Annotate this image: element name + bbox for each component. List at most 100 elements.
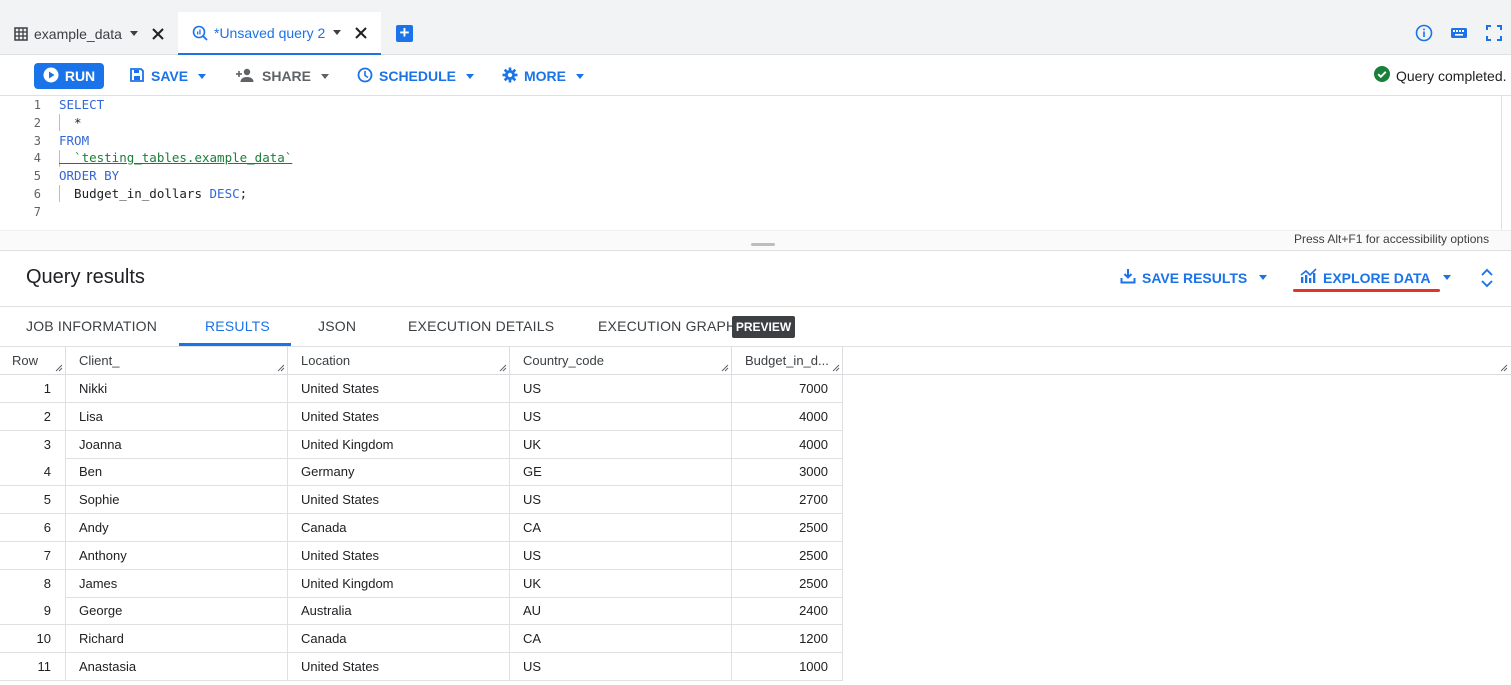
save-button[interactable]: SAVE — [129, 66, 220, 86]
tab-job-information[interactable]: JOB INFORMATION — [26, 318, 157, 334]
budget-cell[interactable]: 4000 — [732, 430, 843, 459]
row-number-cell[interactable]: 6 — [0, 514, 66, 542]
new-query-button[interactable]: + — [396, 24, 413, 42]
country-code-cell[interactable]: UK — [510, 569, 732, 598]
explore-data-button[interactable]: EXPLORE DATA — [1300, 268, 1465, 287]
client-cell[interactable]: Anthony — [66, 541, 288, 570]
resize-handle-icon[interactable] — [277, 364, 285, 372]
column-header-client[interactable]: Client_ — [66, 347, 288, 375]
country-code-cell[interactable]: GE — [510, 458, 732, 487]
tab-results[interactable]: RESULTS — [205, 318, 270, 334]
row-number-cell[interactable]: 9 — [0, 597, 66, 626]
budget-cell[interactable]: 1200 — [732, 625, 843, 654]
country-code-cell[interactable]: CA — [510, 625, 732, 654]
column-header-label: Country_code — [523, 353, 604, 368]
expand-collapse-icon[interactable] — [1479, 268, 1495, 293]
tab-execution-graph[interactable]: EXECUTION GRAPH — [598, 318, 736, 334]
country-code-cell[interactable]: US — [510, 486, 732, 515]
client-cell[interactable]: Nikki — [66, 375, 288, 403]
location-cell[interactable]: Canada — [288, 514, 510, 542]
location-cell[interactable]: United States — [288, 375, 510, 403]
country-code-cell[interactable]: US — [510, 375, 732, 403]
country-code-cell[interactable]: US — [510, 653, 732, 681]
row-number-cell[interactable]: 10 — [0, 625, 66, 654]
table-reference[interactable]: `testing_tables.example_data` — [59, 150, 292, 165]
save-results-button[interactable]: SAVE RESULTS — [1120, 268, 1281, 287]
client-cell[interactable]: Ben — [66, 458, 288, 487]
editor-resize-bar[interactable] — [0, 230, 1511, 251]
location-cell[interactable]: Canada — [288, 625, 510, 654]
drag-handle-icon[interactable] — [751, 243, 775, 246]
resize-handle-icon[interactable] — [832, 364, 840, 372]
line-number: 6 — [33, 187, 41, 201]
chevron-down-icon[interactable] — [333, 30, 342, 35]
client-cell[interactable]: George — [66, 597, 288, 626]
query-toolbar — [0, 55, 1511, 96]
row-number-cell[interactable]: 2 — [0, 402, 66, 431]
close-icon[interactable] — [152, 27, 164, 40]
country-code-cell[interactable]: US — [510, 402, 732, 431]
row-number-cell[interactable]: 1 — [0, 375, 66, 403]
location-cell[interactable]: United States — [288, 541, 510, 570]
tab-json[interactable]: JSON — [318, 318, 356, 334]
schedule-button[interactable]: SCHEDULE — [357, 66, 488, 86]
country-code-cell[interactable]: AU — [510, 597, 732, 626]
tab-example-data[interactable]: example_data — [14, 12, 164, 55]
client-cell[interactable]: Richard — [66, 625, 288, 654]
results-title: Query results — [26, 266, 145, 288]
budget-cell[interactable]: 4000 — [732, 402, 843, 431]
row-number-cell[interactable]: 4 — [0, 458, 66, 487]
location-cell[interactable]: Germany — [288, 458, 510, 487]
sql-editor[interactable]: 1 SELECT 2 * 3 FROM 4 `testing_tables.ex… — [0, 96, 1511, 230]
location-cell[interactable]: United States — [288, 653, 510, 681]
more-button[interactable]: MORE — [502, 66, 598, 86]
budget-cell[interactable]: 2700 — [732, 486, 843, 515]
client-cell[interactable]: James — [66, 569, 288, 598]
country-code-cell[interactable]: CA — [510, 514, 732, 542]
budget-cell[interactable]: 1000 — [732, 653, 843, 681]
editor-scrollbar[interactable] — [1501, 96, 1511, 230]
tab-unsaved-query[interactable]: *Unsaved query 2 — [178, 12, 381, 55]
row-number-cell[interactable]: 8 — [0, 569, 66, 598]
keyboard-icon[interactable] — [1450, 24, 1468, 42]
location-cell[interactable]: United States — [288, 486, 510, 515]
row-number-cell[interactable]: 11 — [0, 653, 66, 681]
share-button[interactable]: SHARE — [236, 66, 343, 86]
client-cell[interactable]: Joanna — [66, 430, 288, 459]
code-keyword: DESC — [202, 186, 240, 201]
code-line: * — [59, 115, 82, 130]
chevron-down-icon[interactable] — [129, 31, 138, 36]
row-number-cell[interactable]: 5 — [0, 486, 66, 515]
location-cell[interactable]: United Kingdom — [288, 569, 510, 598]
column-header-label: Budget_in_d... — [745, 353, 829, 368]
budget-cell[interactable]: 2500 — [732, 514, 843, 542]
row-number-cell[interactable]: 3 — [0, 430, 66, 459]
budget-cell[interactable]: 3000 — [732, 458, 843, 487]
row-number-cell[interactable]: 7 — [0, 541, 66, 570]
client-cell[interactable]: Andy — [66, 514, 288, 542]
resize-handle-icon[interactable] — [1500, 364, 1508, 372]
budget-cell[interactable]: 2500 — [732, 569, 843, 598]
client-cell[interactable]: Sophie — [66, 486, 288, 515]
tab-execution-details[interactable]: EXECUTION DETAILS — [408, 318, 554, 334]
column-header-budget[interactable]: Budget_in_d... — [732, 347, 843, 375]
column-header-country-code[interactable]: Country_code — [510, 347, 732, 375]
location-cell[interactable]: Australia — [288, 597, 510, 626]
client-cell[interactable]: Lisa — [66, 402, 288, 431]
column-header-location[interactable]: Location — [288, 347, 510, 375]
resize-handle-icon[interactable] — [721, 364, 729, 372]
location-cell[interactable]: United Kingdom — [288, 430, 510, 459]
budget-cell[interactable]: 2500 — [732, 541, 843, 570]
budget-cell[interactable]: 7000 — [732, 375, 843, 403]
fullscreen-icon[interactable] — [1485, 24, 1503, 42]
close-icon[interactable] — [355, 26, 368, 39]
run-button[interactable]: RUN — [34, 63, 104, 89]
info-icon[interactable] — [1415, 24, 1433, 42]
country-code-cell[interactable]: US — [510, 541, 732, 570]
budget-cell[interactable]: 2400 — [732, 597, 843, 626]
country-code-cell[interactable]: UK — [510, 430, 732, 459]
client-cell[interactable]: Anastasia — [66, 653, 288, 681]
resize-handle-icon[interactable] — [55, 364, 63, 372]
resize-handle-icon[interactable] — [499, 364, 507, 372]
location-cell[interactable]: United States — [288, 402, 510, 431]
